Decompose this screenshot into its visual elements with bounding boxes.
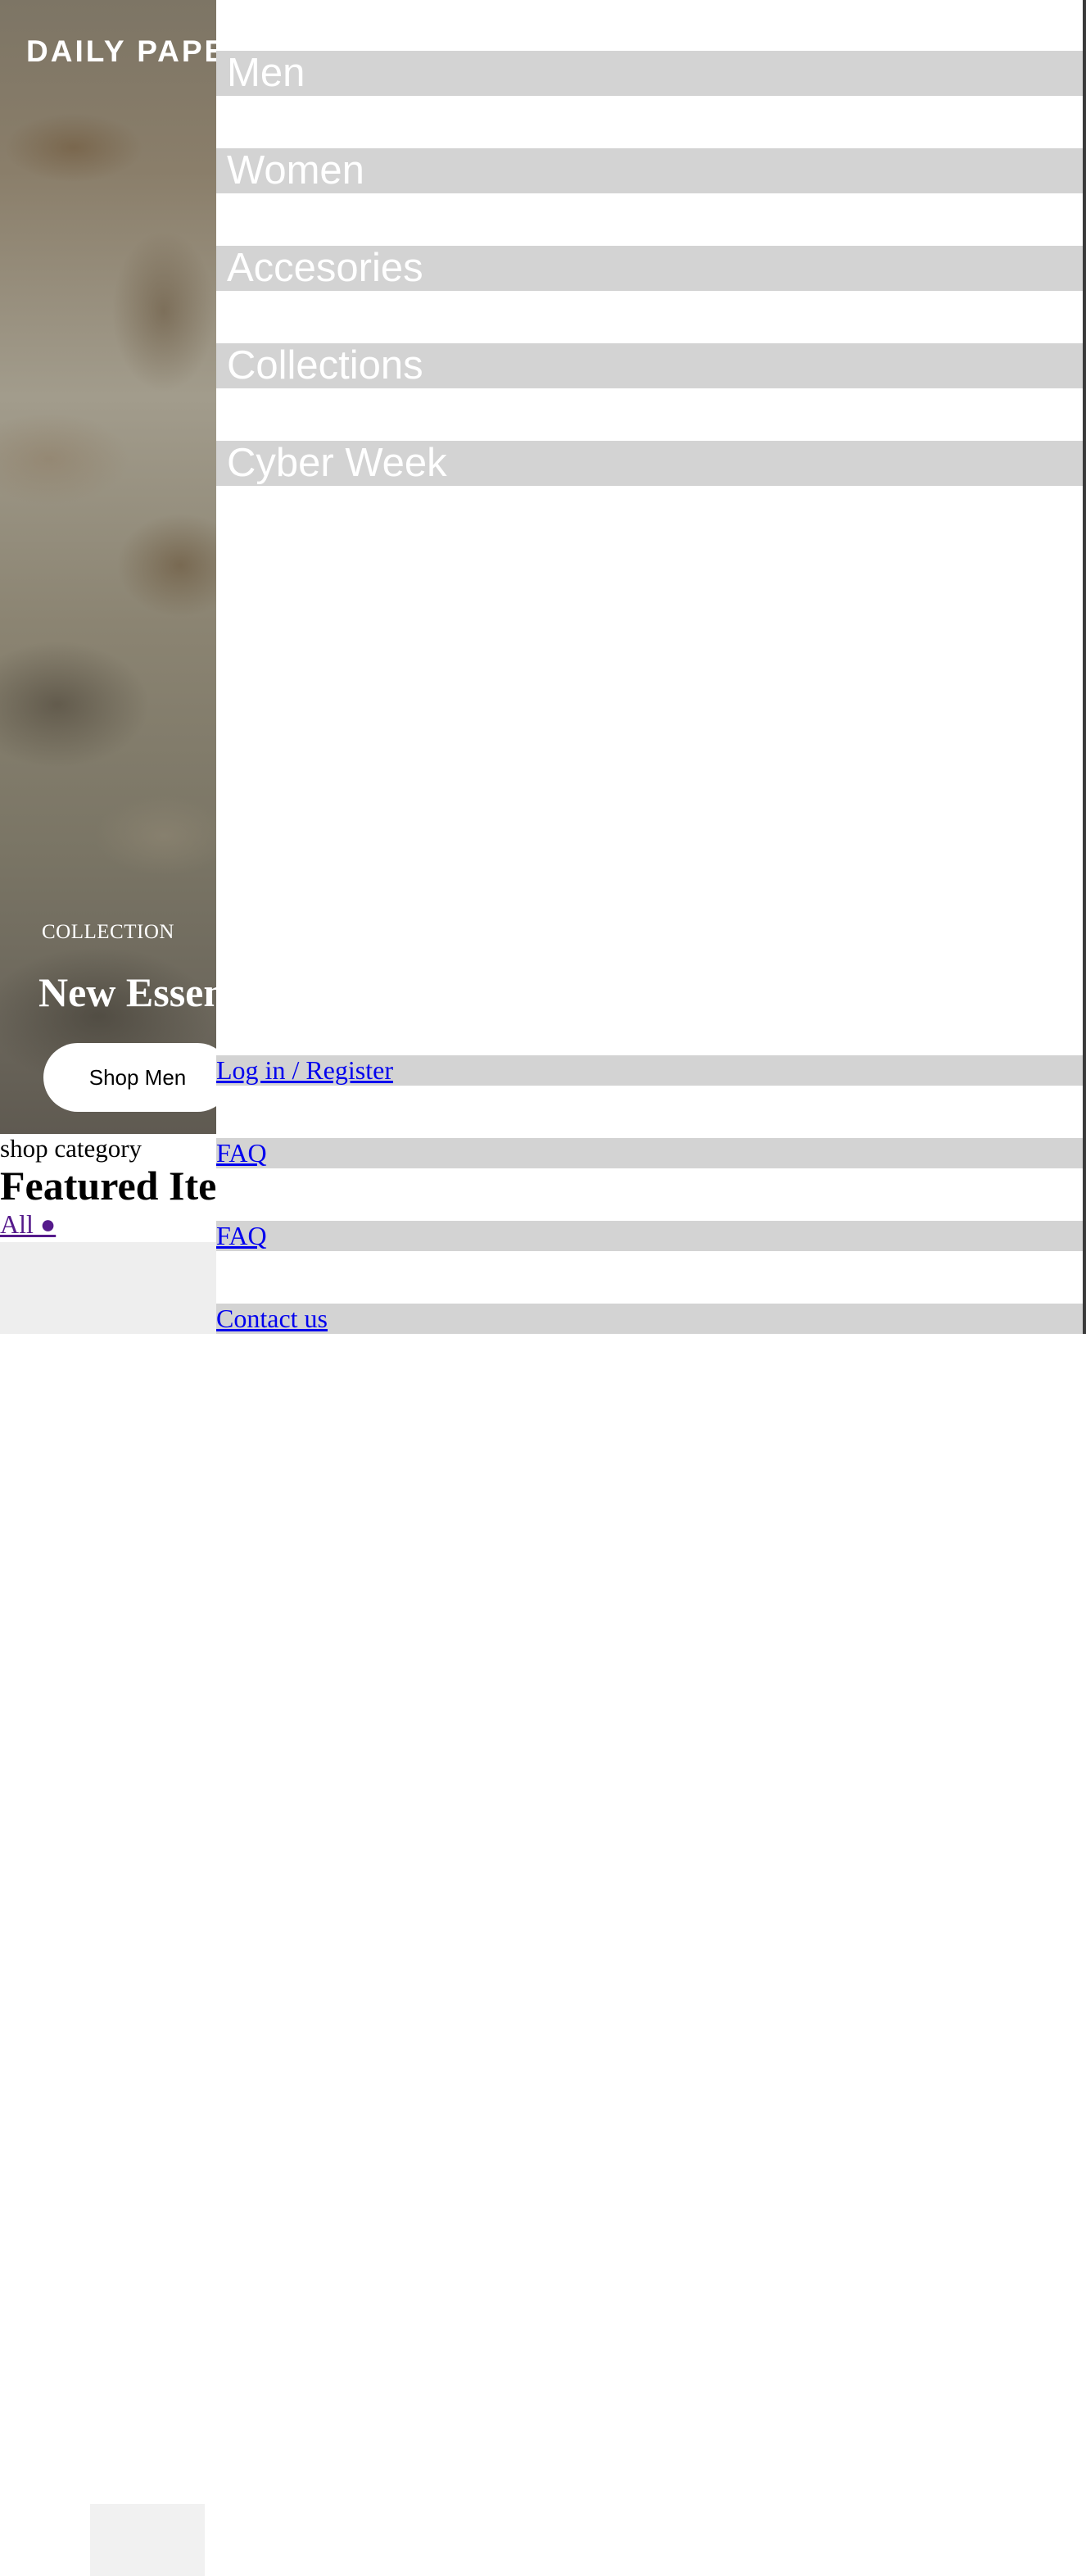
drawer-nav-men[interactable]: Men <box>216 51 1083 96</box>
faq-link[interactable]: FAQ <box>216 1138 267 1168</box>
drawer-nav-accesories[interactable]: Accesories <box>216 246 1083 291</box>
contact-us-link[interactable]: Contact us <box>216 1304 328 1333</box>
login-register-link[interactable]: Log in / Register <box>216 1055 393 1085</box>
hero-kicker: COLLECTION <box>42 921 174 943</box>
drawer-utility-faq-2: FAQ <box>216 1221 1083 1251</box>
filter-all-link[interactable]: All ● <box>0 1209 56 1240</box>
drawer-nav-collections[interactable]: Collections <box>216 343 1083 388</box>
shop-men-button[interactable]: Shop Men <box>43 1043 232 1112</box>
drawer-nav-women[interactable]: Women <box>216 148 1083 193</box>
section-kicker: shop category <box>0 1134 143 1163</box>
drawer-utility-contact: Contact us <box>216 1304 1083 1334</box>
navigation-drawer: Men Women Accesories Collections Cyber W… <box>216 0 1083 1334</box>
drawer-utility-login: Log in / Register <box>216 1055 1083 1086</box>
drawer-nav-cyber-week[interactable]: Cyber Week <box>216 441 1083 486</box>
product-tile[interactable] <box>90 2504 205 2576</box>
drawer-edge <box>1083 0 1086 1334</box>
drawer-utility-faq: FAQ <box>216 1138 1083 1168</box>
faq-link-2[interactable]: FAQ <box>216 1221 267 1250</box>
